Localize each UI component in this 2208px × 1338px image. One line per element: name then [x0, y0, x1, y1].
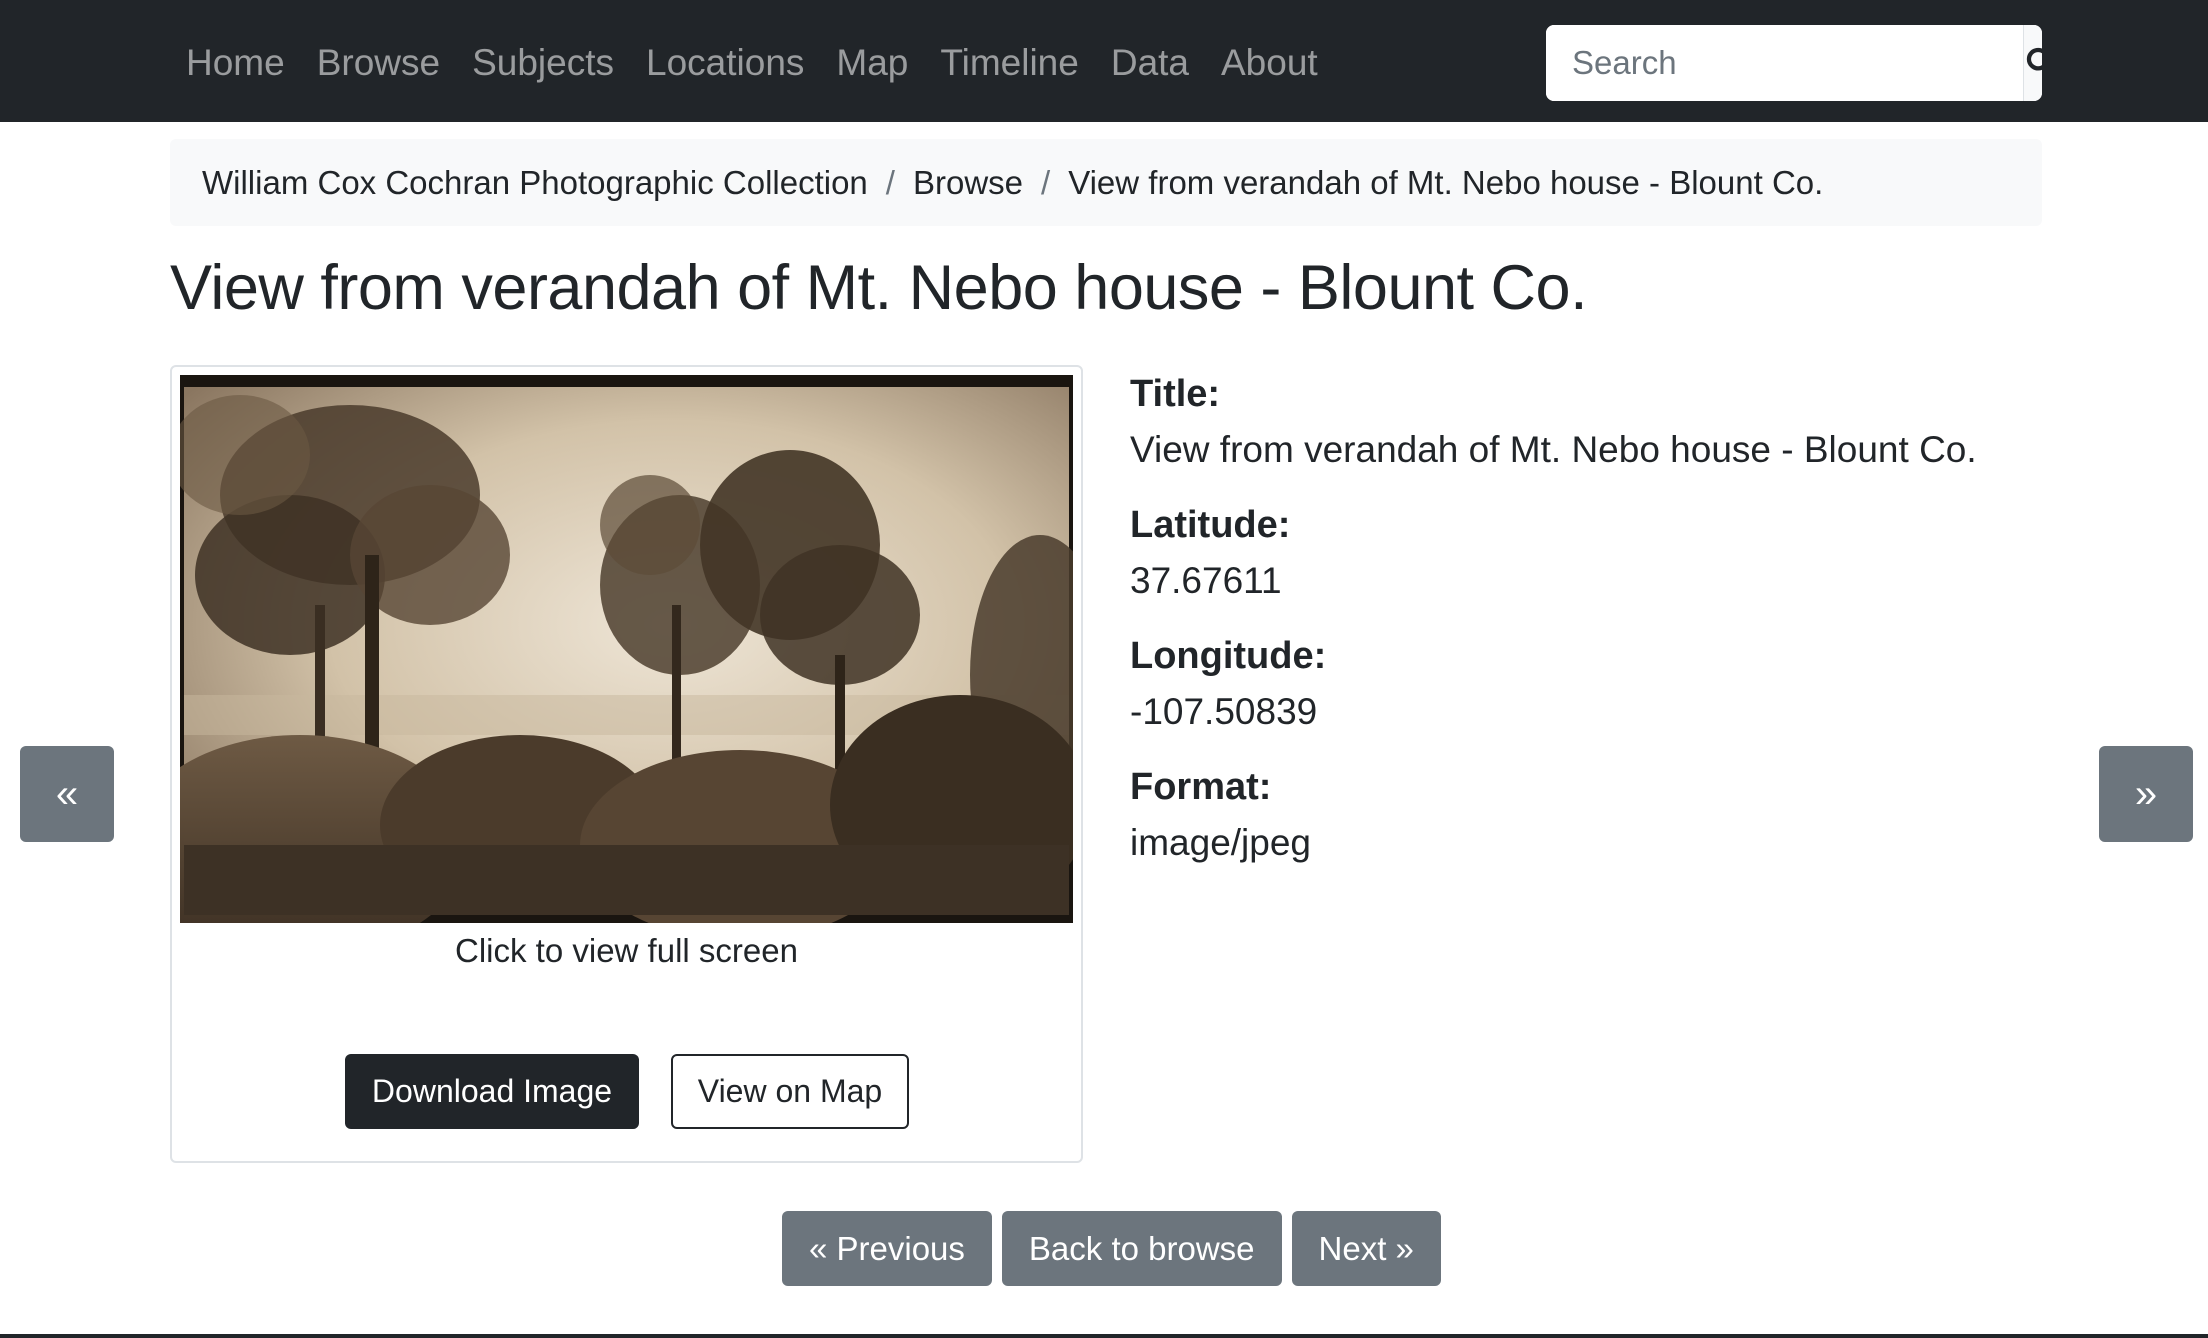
- metadata-label-title: Title:: [1130, 373, 1221, 415]
- search-input[interactable]: [1546, 25, 2023, 101]
- nav-link-data[interactable]: Data: [1095, 42, 1205, 84]
- nav-link-map[interactable]: Map: [820, 42, 924, 84]
- image-card: Click to view full screen Download Image…: [170, 365, 1083, 1163]
- page-title: View from verandah of Mt. Nebo house - B…: [170, 253, 1588, 323]
- metadata-list: Title: View from verandah of Mt. Nebo ho…: [1130, 370, 2030, 894]
- top-navbar: Home Browse Subjects Locations Map Timel…: [0, 0, 2208, 122]
- search-icon: [2024, 45, 2042, 82]
- side-previous-button[interactable]: «: [20, 746, 114, 842]
- breadcrumb: William Cox Cochran Photographic Collect…: [170, 139, 2042, 226]
- metadata-value-latitude: 37.67611: [1130, 560, 1282, 601]
- photo-thumbnail[interactable]: [180, 375, 1073, 923]
- metadata-label-latitude: Latitude:: [1130, 504, 1291, 546]
- nav-link-home[interactable]: Home: [170, 42, 301, 84]
- next-button[interactable]: Next »: [1291, 1211, 1441, 1286]
- view-on-map-button[interactable]: View on Map: [671, 1054, 909, 1129]
- nav-link-locations[interactable]: Locations: [630, 42, 820, 84]
- breadcrumb-separator: /: [1041, 163, 1051, 201]
- side-next-button[interactable]: »: [2099, 746, 2193, 842]
- metadata-label-longitude: Longitude:: [1130, 635, 1327, 677]
- photo-caption: Click to view full screen: [455, 932, 798, 969]
- download-image-button[interactable]: Download Image: [345, 1054, 639, 1129]
- metadata-label-format: Format:: [1130, 766, 1272, 808]
- metadata-value-format: image/jpeg: [1130, 822, 1312, 863]
- bottom-navigation: « Previous Back to browse Next »: [782, 1211, 1441, 1286]
- breadcrumb-browse-link[interactable]: Browse: [913, 164, 1023, 202]
- nav-link-about[interactable]: About: [1205, 42, 1334, 84]
- breadcrumb-current: View from verandah of Mt. Nebo house - B…: [1068, 163, 1824, 201]
- metadata-value-longitude: -107.50839: [1130, 691, 1318, 732]
- search-button[interactable]: [2023, 25, 2042, 101]
- metadata-value-title: View from verandah of Mt. Nebo house - B…: [1130, 429, 1977, 470]
- nav-link-browse[interactable]: Browse: [301, 42, 456, 84]
- previous-button[interactable]: « Previous: [782, 1211, 992, 1286]
- search-group: [1546, 25, 2042, 101]
- bottom-divider: [0, 1334, 2208, 1338]
- nav-link-subjects[interactable]: Subjects: [456, 42, 630, 84]
- nav-link-timeline[interactable]: Timeline: [924, 42, 1094, 84]
- breadcrumb-collection-link[interactable]: William Cox Cochran Photographic Collect…: [202, 164, 868, 202]
- back-to-browse-button[interactable]: Back to browse: [1001, 1211, 1282, 1286]
- nav-links: Home Browse Subjects Locations Map Timel…: [170, 0, 1334, 126]
- breadcrumb-separator: /: [885, 163, 895, 201]
